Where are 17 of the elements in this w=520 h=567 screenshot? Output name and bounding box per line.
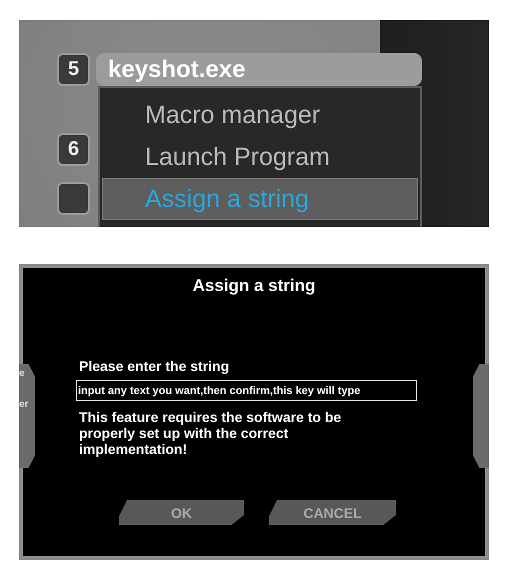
menu-item[interactable]: Launch Program [102,136,418,178]
program-label[interactable]: keyshot.exe [96,53,422,86]
ok-button[interactable]: OK [119,500,244,525]
tab-label: er [19,399,30,410]
key-badge [57,182,90,215]
side-tab[interactable] [473,364,489,468]
prompt-label: Please enter the string [79,358,230,374]
tab-label: e [19,368,26,379]
key-number: 5 [57,53,90,86]
menu-item[interactable]: Macro manager [102,94,418,136]
string-input[interactable]: input any text you want,then confirm,this key will type [76,380,417,401]
key-number: 6 [57,133,90,166]
cancel-button[interactable]: CANCEL [269,500,396,525]
side-tab[interactable]: e er [19,364,35,468]
menu-item[interactable]: Assign a string [102,178,418,220]
notice-text: This feature requires the software to be properly set up with the correct implementation! [79,409,342,457]
dialog-title: Assign a string [192,276,316,296]
